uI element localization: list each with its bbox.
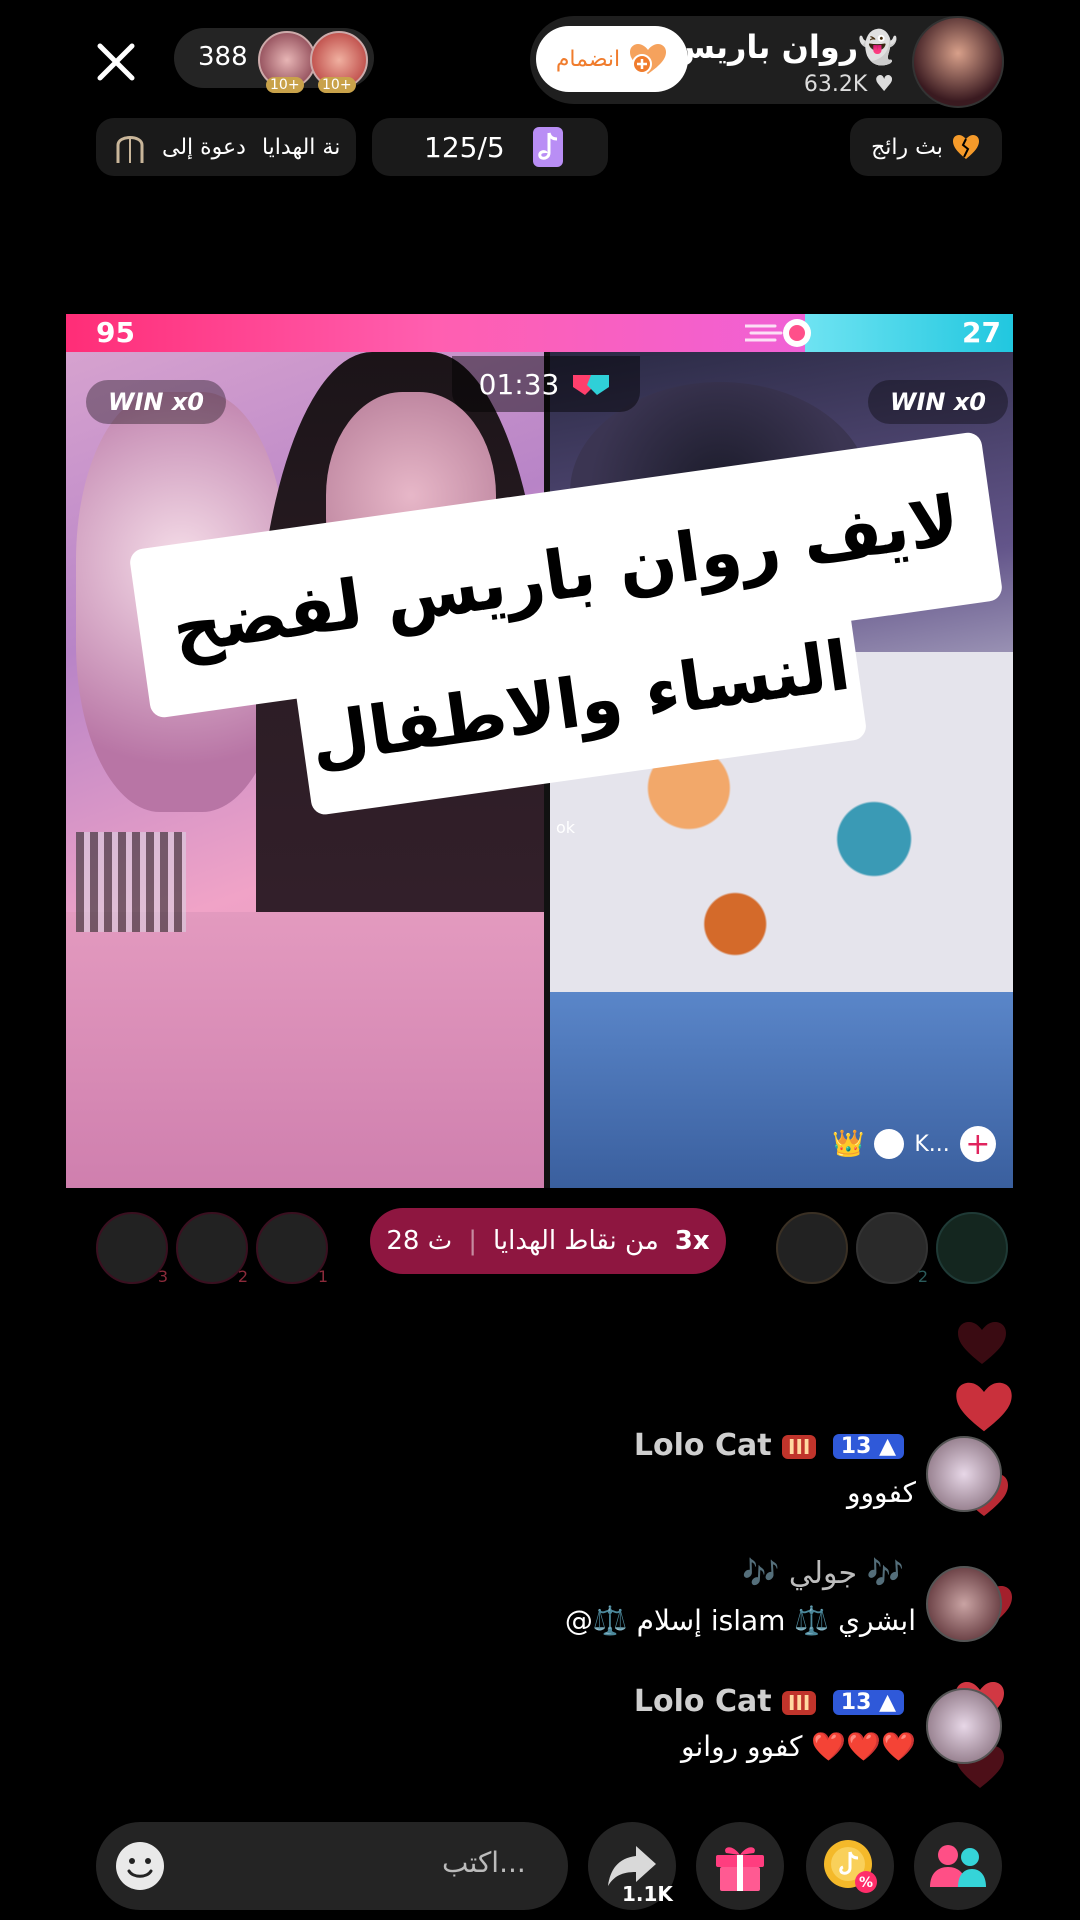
commenter-name[interactable]: 🎶 جولي 🎶 xyxy=(742,1556,904,1591)
comment-text: كفووو xyxy=(846,1476,916,1509)
share-count: 1.1K xyxy=(622,1882,673,1906)
points-separator: | xyxy=(468,1226,477,1256)
points-seconds: 28 ث xyxy=(386,1226,453,1256)
svg-text:%: % xyxy=(859,1875,873,1891)
rank-number: 2 xyxy=(237,1267,248,1286)
comment-input[interactable]: اكتب... xyxy=(96,1822,568,1910)
floating-heart-icon xyxy=(956,1382,1012,1432)
left-supporter-avatar[interactable]: 3 xyxy=(96,1212,168,1286)
join-label: انضمام xyxy=(555,46,621,72)
add-guest-button[interactable]: + xyxy=(959,1126,996,1162)
points-multiplier: 3x xyxy=(674,1226,710,1256)
invite-gifts-chip[interactable]: دعوة إلى نة الهدايا xyxy=(96,118,356,176)
gift-button[interactable] xyxy=(696,1822,784,1910)
right-supporter-avatar[interactable] xyxy=(936,1212,1008,1284)
points-text: من نقاط الهدايا xyxy=(492,1226,659,1256)
keyboard-shape xyxy=(76,832,186,932)
sweater-shape xyxy=(66,912,544,1188)
guest-controls-label: K... xyxy=(914,1131,950,1157)
heart-plus-icon xyxy=(630,44,667,74)
commenter-avatar[interactable] xyxy=(926,1566,1002,1642)
viewer-badge: 10+ xyxy=(318,77,356,93)
battle-gloves-icon xyxy=(573,375,610,395)
broken-heart-icon xyxy=(952,135,979,159)
comment-placeholder: اكتب... xyxy=(442,1846,526,1879)
commenter-avatar[interactable] xyxy=(926,1688,1002,1764)
commenter-name[interactable]: Lolo Cat III 13 ▲ xyxy=(634,1428,904,1463)
progress-chip[interactable]: 125/5 xyxy=(372,118,608,176)
trending-label: بث رائج xyxy=(871,134,943,160)
progress-count: 125/5 xyxy=(424,130,505,164)
level-badge: 13 ▲ xyxy=(832,1690,904,1715)
join-button[interactable]: انضمام xyxy=(536,26,688,92)
floating-heart-icon xyxy=(958,1322,1006,1364)
commenter-name-text: Lolo Cat xyxy=(633,1684,772,1719)
host-name: روان باريس👻 xyxy=(670,28,898,66)
rank-number: 2 xyxy=(917,1267,928,1286)
commenter-name[interactable]: Lolo Cat III 13 ▲ xyxy=(634,1684,904,1719)
guest-avatar-k[interactable] xyxy=(874,1129,905,1159)
viewer-count-pill[interactable]: 388 10+ 10+ xyxy=(174,28,374,93)
gift-icon xyxy=(716,1847,764,1891)
left-score: 95 xyxy=(96,316,135,349)
fan-badge-icon: III xyxy=(782,1690,817,1715)
crown-icon: 👑 xyxy=(832,1129,865,1159)
emoji-icon[interactable] xyxy=(114,1840,166,1892)
host-avatar[interactable] xyxy=(912,16,1004,108)
rank-number: 1 xyxy=(317,1267,328,1286)
level-badge: 13 ▲ xyxy=(832,1434,904,1459)
people-icon xyxy=(930,1845,986,1887)
battle-score-bar: 95 27 xyxy=(66,314,1013,352)
multi-guest-button[interactable] xyxy=(914,1822,1002,1910)
trending-chip[interactable]: بث رائج xyxy=(850,118,1002,176)
viewer-badge: 10+ xyxy=(266,77,304,93)
top-viewer-avatar[interactable]: 10+ xyxy=(258,31,316,93)
viewer-count: 388 xyxy=(198,42,248,72)
fan-badge-icon: III xyxy=(782,1434,817,1459)
close-icon[interactable] xyxy=(92,38,140,86)
left-supporter-avatar[interactable]: 2 xyxy=(176,1212,248,1286)
left-supporter-avatar[interactable]: 1 xyxy=(256,1212,328,1286)
left-win-badge: WIN x0 xyxy=(86,380,226,424)
right-score: 27 xyxy=(962,316,1001,349)
comment-text: @⚖️ إسلام islam ⚖️ ابشري xyxy=(564,1604,916,1637)
guest-tag: ok xyxy=(556,818,576,837)
host-info[interactable]: انضمام روان باريس👻 63.2K ♥ xyxy=(530,16,1004,108)
host-likes: 63.2K ♥ xyxy=(803,72,894,97)
guest-controls: 👑 K... + xyxy=(832,1126,996,1162)
coin-promo-button[interactable]: % xyxy=(806,1822,894,1910)
coin-discount-icon: % xyxy=(824,1840,877,1893)
tiktok-note-icon xyxy=(532,127,563,167)
comment-text: كفوو روانو ❤️❤️❤️ xyxy=(681,1730,916,1763)
top-viewer-avatar[interactable]: 10+ xyxy=(310,31,368,93)
right-supporter-avatar[interactable] xyxy=(776,1212,848,1284)
battle-timer: 01:33 xyxy=(452,356,640,412)
commenter-name-text: Lolo Cat xyxy=(633,1428,772,1463)
rank-number: 3 xyxy=(157,1267,168,1286)
invite-label: دعوة إلى xyxy=(162,134,246,160)
commenter-avatar[interactable] xyxy=(926,1436,1002,1512)
timer-text: 01:33 xyxy=(478,367,560,401)
gift-points-banner: 28 ث | من نقاط الهدايا 3x xyxy=(370,1208,726,1274)
right-supporter-avatar[interactable]: 2 xyxy=(856,1212,928,1286)
arch-icon xyxy=(116,136,144,163)
left-score-fill xyxy=(66,314,805,352)
right-win-badge: WIN x0 xyxy=(868,380,1008,424)
gifts-label: نة الهدايا xyxy=(261,134,341,160)
score-divider-icon xyxy=(745,319,811,347)
